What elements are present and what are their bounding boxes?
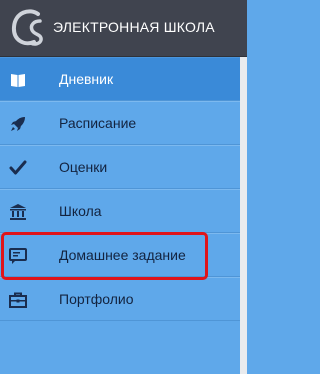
institution-icon	[10, 204, 26, 220]
content-edge	[240, 57, 247, 374]
school-logo-icon[interactable]	[10, 9, 46, 47]
sidebar-item-label: Домашнее задание	[59, 247, 186, 263]
app-header: ЭЛЕКТРОННАЯ ШКОЛА	[0, 0, 247, 57]
sidebar-item-school[interactable]: Школа	[0, 189, 240, 233]
sidebar-item-homework[interactable]: Домашнее задание	[0, 233, 240, 277]
sidebar-item-label: Расписание	[59, 115, 137, 131]
checkmark-icon	[9, 160, 27, 175]
homework-icon	[9, 248, 27, 264]
sidebar-item-label: Дневник	[59, 71, 114, 87]
sidebar-item-grades[interactable]: Оценки	[0, 145, 240, 189]
book-icon	[11, 74, 25, 87]
app-title: ЭЛЕКТРОННАЯ ШКОЛА	[53, 19, 215, 35]
sidebar-item-schedule[interactable]: Расписание	[0, 101, 240, 145]
briefcase-icon	[9, 292, 27, 308]
rocket-icon	[11, 117, 25, 131]
sidebar-item-label: Школа	[59, 203, 102, 219]
sidebar-item-label: Оценки	[59, 159, 108, 175]
sidebar-nav: Дневник Расписание Оценки Школа Домашнее…	[0, 57, 240, 374]
sidebar-item-diary[interactable]: Дневник	[0, 57, 240, 101]
sidebar-item-label: Портфолио	[59, 291, 134, 307]
app-window: ЭЛЕКТРОННАЯ ШКОЛА Дневник Расписание Оце…	[0, 0, 247, 374]
sidebar-item-portfolio[interactable]: Портфолио	[0, 277, 240, 321]
